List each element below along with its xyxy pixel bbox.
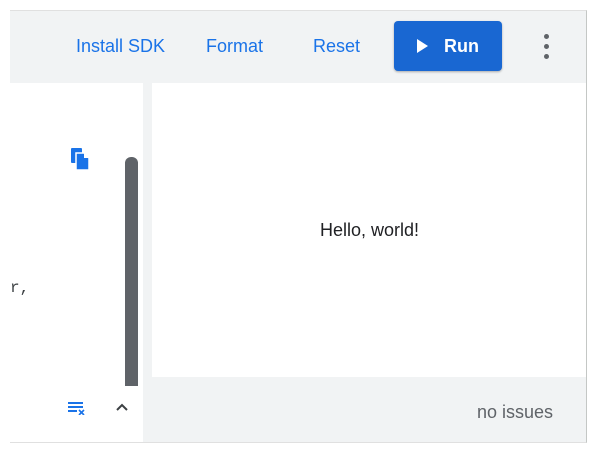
more-vert-icon[interactable] bbox=[537, 33, 555, 61]
output-panel: Hello, world! bbox=[152, 83, 586, 377]
toolbar: Install SDK Format Reset Run bbox=[10, 11, 586, 83]
run-button[interactable]: Run bbox=[394, 21, 502, 71]
install-sdk-link[interactable]: Install SDK bbox=[76, 34, 165, 58]
format-button[interactable]: Format bbox=[206, 34, 263, 58]
status-bar: no issues bbox=[152, 377, 586, 442]
editor-scrollbar[interactable] bbox=[125, 157, 138, 423]
code-editor[interactable]: r, bbox=[10, 83, 143, 423]
output-text: Hello, world! bbox=[319, 220, 420, 240]
chevron-up-icon[interactable] bbox=[114, 400, 130, 412]
panel-divider[interactable] bbox=[143, 83, 152, 442]
clear-console-icon[interactable] bbox=[68, 401, 86, 416]
copy-icon[interactable] bbox=[70, 147, 92, 171]
play-icon bbox=[417, 39, 428, 53]
dartpad-window: Install SDK Format Reset Run r, Hello, w… bbox=[10, 10, 587, 443]
issues-status: no issues bbox=[476, 402, 553, 422]
console-toolbar bbox=[10, 386, 143, 442]
reset-button[interactable]: Reset bbox=[313, 34, 360, 58]
run-button-label: Run bbox=[444, 35, 479, 56]
code-line: r, bbox=[10, 279, 30, 297]
